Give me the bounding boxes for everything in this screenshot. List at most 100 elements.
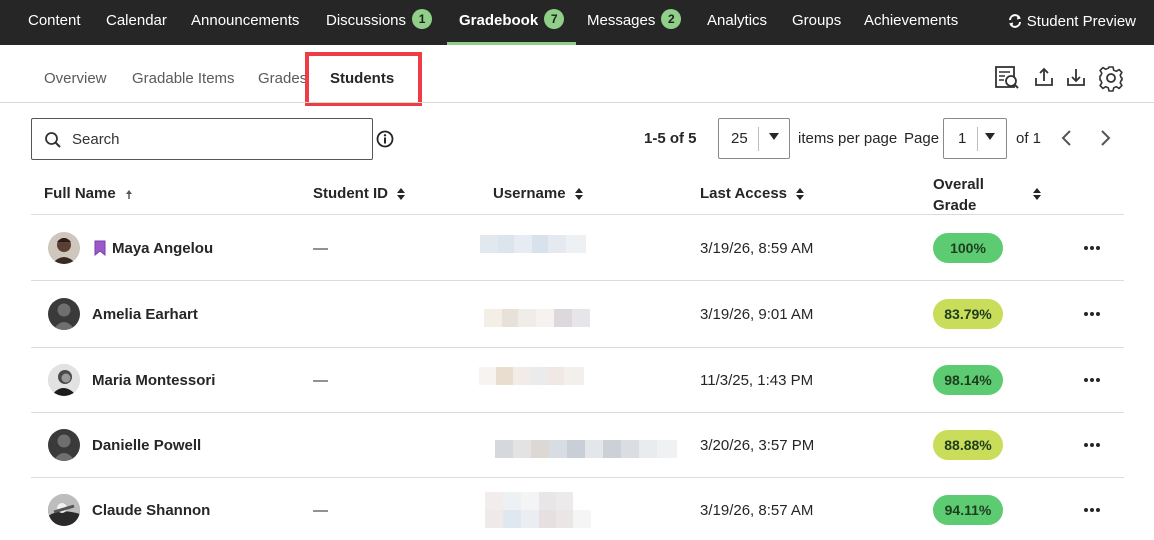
nav-messages[interactable]: Messages 2: [587, 0, 682, 45]
avatar: [48, 364, 80, 396]
grade-pill[interactable]: 98.14%: [933, 365, 1003, 395]
column-header-label: Username: [493, 185, 566, 202]
more-options-icon[interactable]: [1083, 304, 1103, 324]
column-header-label: Grade: [933, 197, 977, 214]
notification-badge: 2: [661, 9, 682, 30]
redacted-username: [480, 235, 586, 253]
nav-label: Discussions: [326, 12, 407, 29]
last-access: 3/19/26, 8:59 AM: [700, 240, 814, 257]
items-per-page-select[interactable]: 25: [718, 118, 790, 159]
nav-achievements[interactable]: Achievements: [864, 0, 958, 45]
download-icon[interactable]: [1062, 64, 1090, 92]
grade-pill[interactable]: 88.88%: [933, 430, 1003, 460]
sort-icon: [796, 188, 804, 201]
column-header-student-id[interactable]: Student ID: [313, 185, 406, 202]
chevron-down-icon: [769, 133, 779, 140]
select-divider: [977, 127, 978, 151]
nav-label: Analytics: [707, 12, 768, 29]
tab-grades[interactable]: Grades: [258, 70, 305, 87]
sort-icon: [397, 188, 405, 201]
student-name[interactable]: Amelia Earhart: [92, 306, 198, 323]
redacted-username: [479, 367, 584, 385]
avatar: [48, 494, 80, 526]
student-preview-label: Student Preview: [1026, 13, 1136, 30]
column-header-label: Overall: [933, 176, 984, 193]
page-select[interactable]: 1: [943, 118, 1007, 159]
student-name[interactable]: Danielle Powell: [92, 437, 201, 454]
column-header-full-name[interactable]: Full Name: [44, 185, 134, 202]
column-header-label: Student ID: [313, 185, 388, 202]
avatar: [48, 429, 80, 461]
nav-gradebook[interactable]: Gradebook 7: [447, 0, 577, 45]
student-preview-button[interactable]: Student Preview: [1007, 0, 1136, 45]
redacted-username: [484, 309, 590, 327]
next-page-icon[interactable]: [1098, 129, 1112, 147]
more-options-icon[interactable]: [1083, 238, 1103, 258]
more-options-icon[interactable]: [1083, 435, 1103, 455]
nav-label: Announcements: [191, 12, 300, 29]
more-options-icon[interactable]: [1083, 500, 1103, 520]
previous-page-icon[interactable]: [1060, 129, 1074, 147]
grade-pill[interactable]: 83.79%: [933, 299, 1003, 329]
info-icon[interactable]: [376, 130, 394, 148]
subnav-divider: [0, 102, 1154, 103]
more-options-icon[interactable]: [1083, 370, 1103, 390]
tab-students[interactable]: Students: [330, 70, 394, 87]
grade-pill[interactable]: 100%: [933, 233, 1003, 263]
row-divider: [31, 280, 1124, 281]
column-header-last-access[interactable]: Last Access: [700, 185, 805, 202]
student-name[interactable]: Maria Montessori: [92, 372, 215, 389]
items-per-page-label: items per page: [798, 130, 898, 147]
row-divider: [31, 477, 1124, 478]
redacted-username: [495, 440, 677, 458]
grade-search-icon[interactable]: [993, 64, 1021, 92]
results-range: 1-5 of 5: [644, 130, 697, 147]
upload-icon[interactable]: [1030, 64, 1058, 92]
page-value: 1: [958, 130, 967, 147]
student-id: —: [313, 372, 328, 389]
sort-icon[interactable]: [1032, 187, 1042, 201]
nav-label: Calendar: [106, 12, 167, 29]
search-input[interactable]: [72, 120, 367, 158]
tab-overview[interactable]: Overview: [44, 70, 107, 87]
bookmark-icon: [94, 240, 106, 256]
nav-label: Messages: [587, 12, 656, 29]
chevron-down-icon: [985, 133, 995, 140]
last-access: 3/19/26, 8:57 AM: [700, 502, 814, 519]
nav-analytics[interactable]: Analytics: [707, 0, 767, 45]
avatar: [48, 298, 80, 330]
nav-label: Achievements: [864, 12, 959, 29]
page-total: of 1: [1016, 130, 1042, 147]
settings-gear-icon[interactable]: [1097, 64, 1125, 92]
row-divider: [31, 412, 1124, 413]
nav-label: Gradebook: [459, 12, 539, 29]
student-id: —: [313, 502, 328, 519]
notification-badge: 7: [544, 9, 565, 30]
student-id: —: [313, 240, 328, 257]
page-label: Page: [904, 130, 940, 147]
nav-calendar[interactable]: Calendar: [106, 0, 167, 45]
column-header-overall-grade[interactable]: Overall Grade: [933, 174, 984, 216]
refresh-icon: [1008, 14, 1021, 28]
search-box: [31, 118, 373, 160]
items-per-page-value: 25: [731, 130, 748, 147]
column-header-username[interactable]: Username: [493, 185, 584, 202]
select-divider: [758, 127, 759, 151]
student-name[interactable]: Maya Angelou: [112, 240, 213, 257]
top-navigation: Content Calendar Announcements Discussio…: [0, 0, 1154, 45]
nav-announcements[interactable]: Announcements: [191, 0, 299, 45]
tab-gradable-items[interactable]: Gradable Items: [132, 70, 235, 87]
avatar: [48, 232, 80, 264]
last-access: 3/19/26, 9:01 AM: [700, 306, 814, 323]
grade-pill[interactable]: 94.11%: [933, 495, 1003, 525]
nav-content[interactable]: Content: [28, 0, 81, 45]
student-name[interactable]: Claude Shannon: [92, 502, 210, 519]
sort-ascending-icon: [125, 190, 132, 200]
nav-discussions[interactable]: Discussions 1: [326, 0, 433, 45]
column-header-label: Last Access: [700, 185, 787, 202]
last-access: 11/3/25, 1:43 PM: [700, 372, 814, 389]
row-divider: [31, 347, 1124, 348]
nav-groups[interactable]: Groups: [792, 0, 841, 45]
last-access: 3/20/26, 3:57 PM: [700, 437, 815, 454]
sort-icon: [574, 188, 583, 201]
